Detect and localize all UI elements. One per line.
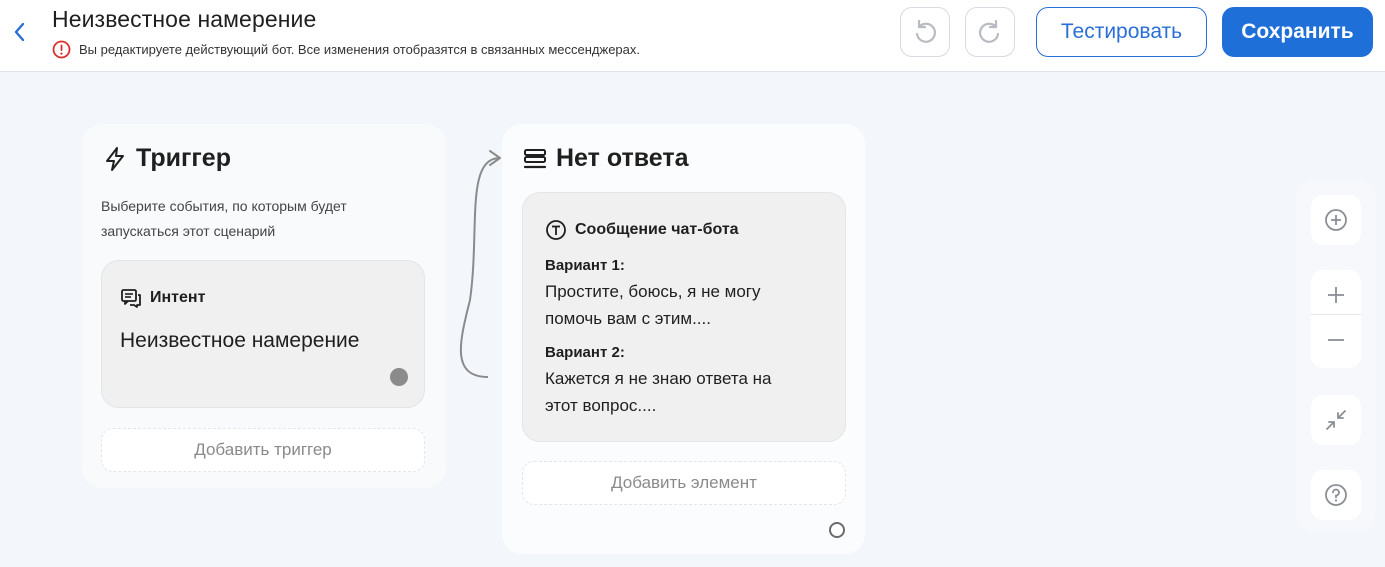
trigger-title-text: Триггер [136,144,231,172]
add-trigger-button[interactable]: Добавить триггер [101,428,425,472]
fit-view-button[interactable] [1311,395,1361,445]
trigger-title: Триггер [102,144,231,173]
collapse-icon [1326,410,1346,430]
answer-title: Нет ответа [522,144,688,173]
variant-1-text: Простите, боюсь, я не могу помочь вам с … [545,282,761,328]
zoom-out-button[interactable] [1311,315,1361,364]
intent-header: Интент [120,287,205,309]
output-connector[interactable] [390,368,408,386]
help-icon [1325,484,1347,506]
text-t-icon [545,219,567,241]
add-circle-icon [1325,209,1347,231]
variant-2-text: Кажется я не знаю ответа на этот вопрос.… [545,369,772,415]
output-port[interactable] [829,522,845,538]
message-header: Сообщение чат-бота [545,219,739,241]
chatbot-message-block[interactable]: Сообщение чат-бота Вариант 1: Простите, … [522,192,846,442]
trigger-description: Выберите события, по которым будет запус… [101,198,347,239]
lightning-icon [102,146,128,172]
zoom-controls [1311,270,1361,368]
variant-1-label: Вариант 1: [545,257,625,274]
answer-title-text: Нет ответа [556,144,689,172]
variant-2-label: Вариант 2: [545,344,625,361]
zoom-in-icon [1328,286,1344,303]
zoom-out-icon [1328,338,1344,341]
add-block-button[interactable] [1311,195,1361,245]
intent-block[interactable]: Интент Неизвестное намерение [101,260,425,408]
help-button[interactable] [1311,470,1361,520]
trigger-card[interactable]: Триггер Выберите события, по которым буд… [82,124,446,488]
intent-icon [120,287,142,309]
list-icon [522,146,548,172]
intent-name: Неизвестное намерение [120,329,360,352]
intent-label: Интент [150,289,206,306]
add-element-button[interactable]: Добавить элемент [522,461,846,505]
canvas-toolbar [1297,180,1375,532]
zoom-in-button[interactable] [1311,270,1361,319]
message-label: Сообщение чат-бота [575,221,739,238]
no-answer-card[interactable]: Нет ответа Сообщение чат-бота Вариант 1:… [502,124,865,554]
